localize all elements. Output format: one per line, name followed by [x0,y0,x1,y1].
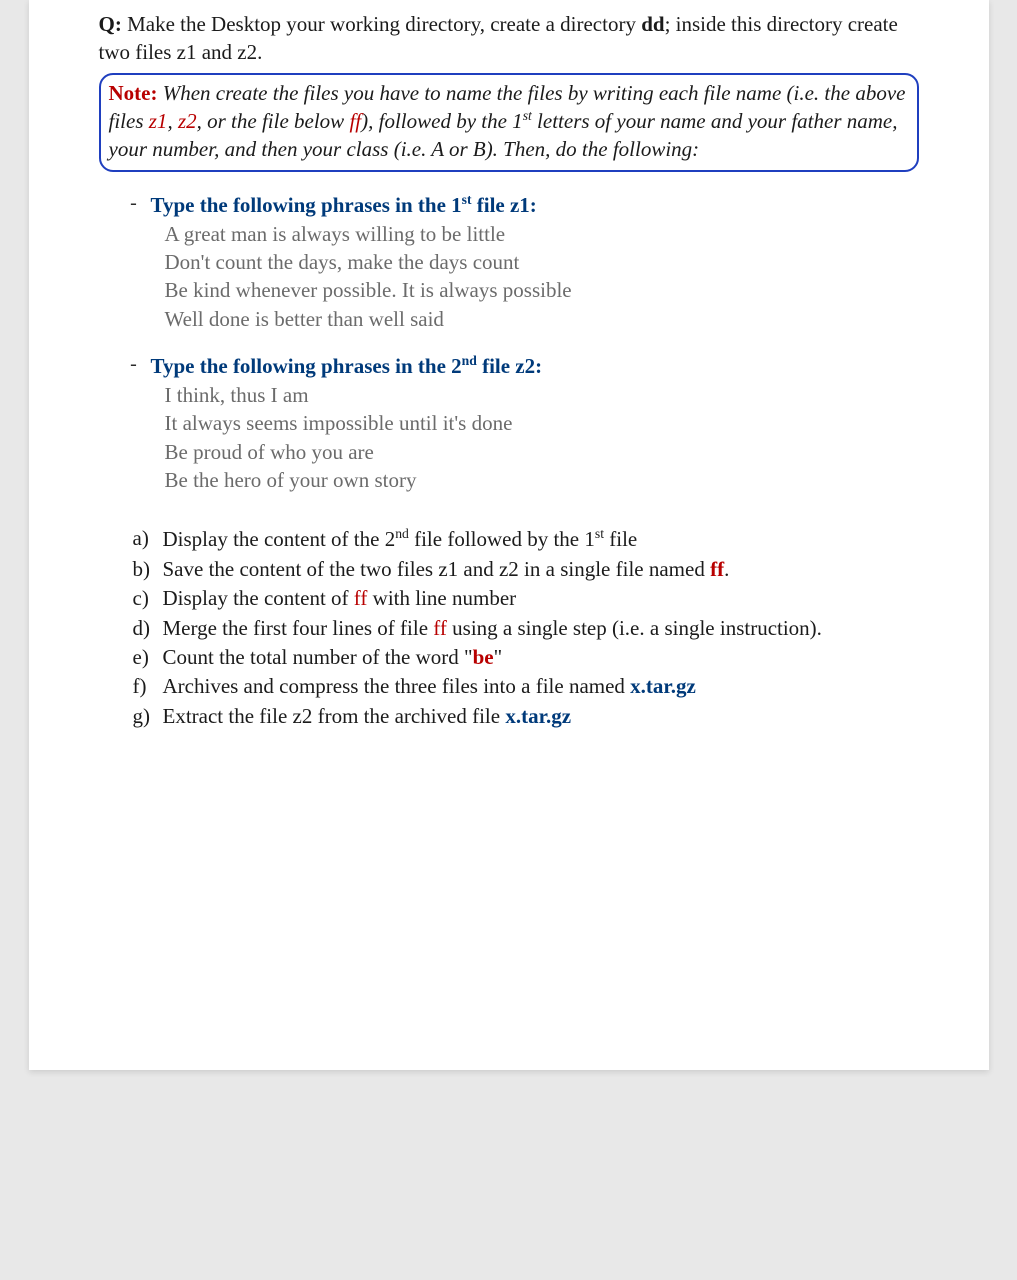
question-text-1: Make the Desktop your working directory,… [122,12,641,36]
section-2: - Type the following phrases in the 2nd … [117,353,919,494]
sec2-line-1: I think, thus I am [165,381,919,409]
note-z1: z1 [149,109,168,133]
sec1-sup: st [462,192,472,207]
sec2-line-3: Be proud of who you are [165,438,919,466]
question-block: Q: Make the Desktop your working directo… [99,10,919,67]
task-e: e) Count the total number of the word "b… [133,643,919,672]
sec1-line-4: Well done is better than well said [165,305,919,333]
task-f: f) Archives and compress the three files… [133,672,919,701]
task-c-ff: ff [354,586,368,610]
task-e-t2: " [494,645,503,669]
task-c-text: Display the content of ff with line numb… [163,584,517,613]
task-g-text: Extract the file z2 from the archived fi… [163,702,572,731]
sec1-head-1: Type the following phrases in the 1 [151,193,462,217]
task-b-text: Save the content of the two files z1 and… [163,555,730,584]
note-box: Note: When create the files you have to … [99,73,919,172]
bullet-dash-icon: - [117,192,151,215]
task-f-t1: Archives and compress the three files in… [163,674,631,698]
question-label: Q: [99,12,122,36]
sec2-sup: nd [462,353,477,368]
task-d-ff: ff [433,616,447,640]
note-z2: z2 [178,109,197,133]
note-body-3: ), followed by the 1 [361,109,523,133]
task-f-tar: x.tar.gz [630,674,696,698]
task-c-label: c) [133,584,163,613]
task-e-text: Count the total number of the word "be" [163,643,503,672]
sec2-head-1: Type the following phrases in the 2 [151,354,462,378]
section-2-content: Type the following phrases in the 2nd fi… [151,353,919,494]
task-e-t1: Count the total number of the word " [163,645,473,669]
sec1-line-1: A great man is always willing to be litt… [165,220,919,248]
note-label: Note: [109,81,158,105]
sec1-head-2: file z1: [472,193,537,217]
task-a-t1: Display the content of the 2 [163,527,396,551]
sec2-head-2: file z2: [477,354,542,378]
sec1-line-2: Don't count the days, make the days coun… [165,248,919,276]
note-comma1: , [167,109,178,133]
task-c-t1: Display the content of [163,586,354,610]
task-g: g) Extract the file z2 from the archived… [133,702,919,731]
task-g-t1: Extract the file z2 from the archived fi… [163,704,506,728]
task-b-label: b) [133,555,163,584]
task-f-text: Archives and compress the three files in… [163,672,696,701]
section-2-heading: Type the following phrases in the 2nd fi… [151,353,919,379]
task-g-tar: x.tar.gz [505,704,571,728]
task-c-t2: with line number [367,586,516,610]
bullet-dash-icon: - [117,353,151,376]
task-c: c) Display the content of ff with line n… [133,584,919,613]
tasks-list: a) Display the content of the 2nd file f… [133,524,919,731]
task-b: b) Save the content of the two files z1 … [133,555,919,584]
task-a-t2: file followed by the 1 [409,527,595,551]
task-b-dot: . [724,557,729,581]
note-body-2: , or the file below [197,109,350,133]
task-d-t1: Merge the first four lines of file [163,616,434,640]
task-a-t3: file [604,527,637,551]
task-g-label: g) [133,702,163,731]
section-1: - Type the following phrases in the 1st … [117,192,919,333]
note-sup-st: st [523,108,532,123]
task-a-label: a) [133,524,163,554]
task-a-sup1: nd [395,526,409,541]
task-d-t2: using a single step (i.e. a single instr… [447,616,822,640]
sec2-line-2: It always seems impossible until it's do… [165,409,919,437]
note-ff: ff [349,109,361,133]
task-b-t1: Save the content of the two files z1 and… [163,557,711,581]
task-d-label: d) [133,614,163,643]
task-d: d) Merge the first four lines of file ff… [133,614,919,643]
task-e-label: e) [133,643,163,672]
task-e-be: be [473,645,494,669]
task-a-text: Display the content of the 2nd file foll… [163,524,638,554]
document-page: Q: Make the Desktop your working directo… [29,0,989,1070]
task-d-text: Merge the first four lines of file ff us… [163,614,822,643]
section-2-lines: I think, thus I am It always seems impos… [165,381,919,494]
sec1-line-3: Be kind whenever possible. It is always … [165,276,919,304]
sec2-line-4: Be the hero of your own story [165,466,919,494]
task-a: a) Display the content of the 2nd file f… [133,524,919,554]
section-1-heading: Type the following phrases in the 1st fi… [151,192,919,218]
section-1-lines: A great man is always willing to be litt… [165,220,919,333]
task-f-label: f) [133,672,163,701]
section-1-content: Type the following phrases in the 1st fi… [151,192,919,333]
question-dd: dd [641,12,664,36]
task-b-ff: ff [710,557,724,581]
task-a-sup2: st [595,526,604,541]
